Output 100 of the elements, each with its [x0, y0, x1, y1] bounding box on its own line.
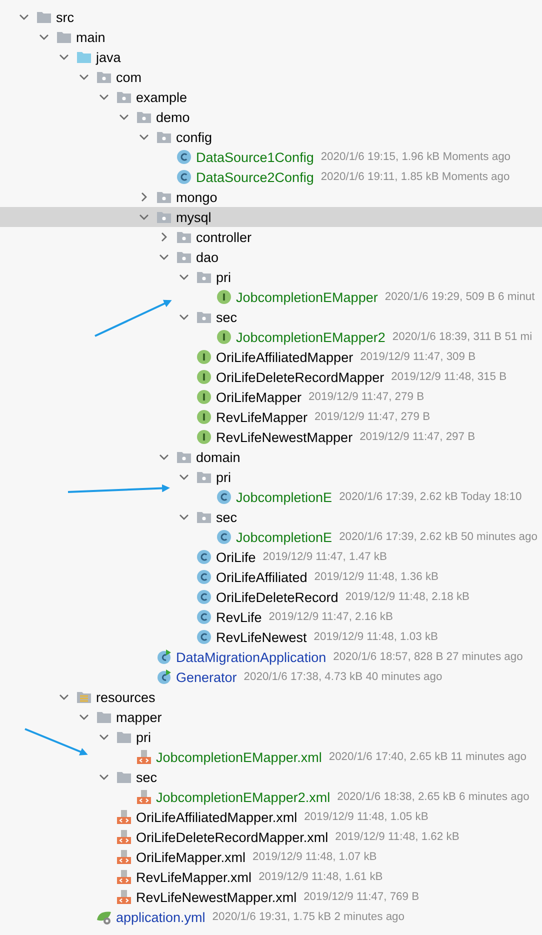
class-icon — [196, 549, 212, 565]
file-details: 2019/12/9 11:47, 2.16 kB — [268, 611, 393, 623]
package-icon — [196, 469, 212, 485]
file-details: 2019/12/9 11:48, 1.62 kB — [335, 831, 460, 843]
folder-name[interactable]: resources — [96, 690, 156, 704]
class-icon — [196, 589, 212, 605]
folder-icon — [76, 49, 92, 65]
xml-file-icon — [116, 809, 132, 825]
class-icon — [196, 609, 212, 625]
selected-row[interactable]: mysql — [0, 207, 542, 227]
folder-name[interactable]: config — [176, 130, 212, 144]
folder-name[interactable]: controller — [196, 230, 252, 244]
file-details: 2019/12/9 11:48, 2.18 kB — [345, 591, 470, 603]
folder-icon — [96, 709, 112, 725]
file-details: 2020/1/6 17:39, 2.62 kB Today 18:10 — [339, 491, 522, 503]
file-details: 2019/12/9 11:47, 769 B — [304, 891, 420, 903]
folder-name[interactable]: mapper — [116, 710, 162, 724]
file-name[interactable]: OriLifeDeleteRecordMapper.xml — [136, 830, 328, 844]
file-details: 2019/12/9 11:48, 1.03 kB — [314, 631, 438, 643]
file-details: 2019/12/9 11:47, 279 B — [314, 411, 430, 423]
file-name[interactable]: DataSource1Config — [196, 150, 314, 164]
folder-name[interactable]: mysql — [176, 210, 212, 224]
interface-icon — [216, 289, 232, 305]
file-name[interactable]: OriLifeMapper.xml — [136, 850, 246, 864]
file-name[interactable]: JobcompletionEMapper — [236, 290, 378, 304]
file-name[interactable]: application.yml — [116, 910, 206, 924]
interface-icon — [196, 389, 212, 405]
folder-name[interactable]: pri — [136, 730, 152, 744]
file-details: 2020/1/6 17:40, 2.65 kB 11 minutes ago — [328, 751, 526, 763]
package-icon — [96, 69, 112, 85]
runnable-class-icon — [156, 669, 172, 685]
file-name[interactable]: RevLifeNewest — [216, 630, 307, 644]
file-details: 2019/12/9 11:47, 1.47 kB — [262, 551, 387, 563]
file-name[interactable]: OriLifeAffiliatedMapper.xml — [136, 810, 298, 824]
package-icon — [156, 189, 172, 205]
package-icon — [156, 129, 172, 145]
package-icon — [136, 109, 152, 125]
package-icon — [116, 89, 132, 105]
file-details: 2019/12/9 11:48, 1.36 kB — [314, 571, 438, 583]
file-name[interactable]: JobcompletionE — [236, 490, 332, 504]
file-details: 2019/12/9 11:47, 309 B — [360, 351, 476, 363]
class-icon — [196, 569, 212, 585]
interface-icon — [196, 349, 212, 365]
file-name[interactable]: OriLifeAffiliated — [216, 570, 308, 584]
file-details: 2019/12/9 11:47, 297 B — [360, 431, 476, 443]
interface-icon — [196, 369, 212, 385]
file-name[interactable]: Generator — [176, 670, 237, 684]
folder-name[interactable]: domain — [196, 450, 240, 464]
folder-name[interactable]: java — [96, 50, 121, 64]
file-name[interactable]: JobcompletionEMapper2.xml — [156, 790, 330, 804]
file-name[interactable]: RevLifeNewestMapper.xml — [136, 890, 297, 904]
file-details: 2020/1/6 19:31, 1.75 kB 2 minutes ago — [212, 911, 404, 923]
file-name[interactable]: DataSource2Config — [196, 170, 314, 184]
file-name[interactable]: RevLifeNewestMapper — [216, 430, 353, 444]
file-name[interactable]: OriLifeDeleteRecord — [216, 590, 338, 604]
folder-name[interactable]: sec — [216, 510, 238, 524]
resources-folder-icon — [76, 689, 92, 705]
file-name[interactable]: OriLifeMapper — [216, 390, 302, 404]
package-icon — [196, 269, 212, 285]
folder-name[interactable]: src — [56, 10, 74, 24]
file-details: 2019/12/9 11:47, 279 B — [308, 391, 424, 403]
folder-name[interactable]: main — [76, 30, 106, 44]
file-name[interactable]: DataMigrationApplication — [176, 650, 326, 664]
file-name[interactable]: JobcompletionEMapper2 — [236, 330, 386, 344]
file-details: 2020/1/6 18:39, 311 B 51 mi — [392, 331, 532, 343]
file-name[interactable]: RevLifeMapper — [216, 410, 308, 424]
folder-name[interactable]: example — [136, 90, 188, 104]
class-icon — [196, 629, 212, 645]
xml-file-icon — [116, 869, 132, 885]
file-details: 2020/1/6 19:11, 1.85 kB Moments ago — [320, 171, 510, 183]
file-name[interactable]: RevLife — [216, 610, 262, 624]
xml-file-icon — [136, 789, 152, 805]
runnable-class-icon — [156, 649, 172, 665]
file-details: 2020/1/6 17:38, 4.73 kB 40 minutes ago — [244, 671, 442, 683]
file-name[interactable]: OriLife — [216, 550, 256, 564]
xml-file-icon — [116, 889, 132, 905]
folder-name[interactable]: sec — [136, 770, 158, 784]
folder-name[interactable]: com — [116, 70, 142, 84]
annotation-arrow — [24, 728, 88, 756]
file-name[interactable]: OriLifeDeleteRecordMapper — [216, 370, 384, 384]
folder-icon — [116, 729, 132, 745]
package-icon — [176, 449, 192, 465]
folder-name[interactable]: pri — [216, 470, 232, 484]
file-name[interactable]: JobcompletionE — [236, 530, 332, 544]
folder-name[interactable]: pri — [216, 270, 232, 284]
folder-name[interactable]: sec — [216, 310, 238, 324]
class-icon — [216, 529, 232, 545]
folder-name[interactable]: demo — [156, 110, 190, 124]
file-details: 2020/1/6 19:15, 1.96 kB Moments ago — [320, 151, 511, 163]
package-icon — [156, 209, 172, 225]
file-name[interactable]: RevLifeMapper.xml — [136, 870, 252, 884]
file-name[interactable]: OriLifeAffiliatedMapper — [216, 350, 354, 364]
file-details: 2019/12/9 11:48, 315 B — [391, 371, 507, 383]
package-icon — [176, 229, 192, 245]
file-details: 2019/12/9 11:48, 1.05 kB — [304, 811, 428, 823]
xml-file-icon — [136, 749, 152, 765]
folder-name[interactable]: dao — [196, 250, 219, 264]
folder-name[interactable]: mongo — [176, 190, 218, 204]
interface-icon — [196, 409, 212, 425]
file-name[interactable]: JobcompletionEMapper.xml — [156, 750, 322, 764]
